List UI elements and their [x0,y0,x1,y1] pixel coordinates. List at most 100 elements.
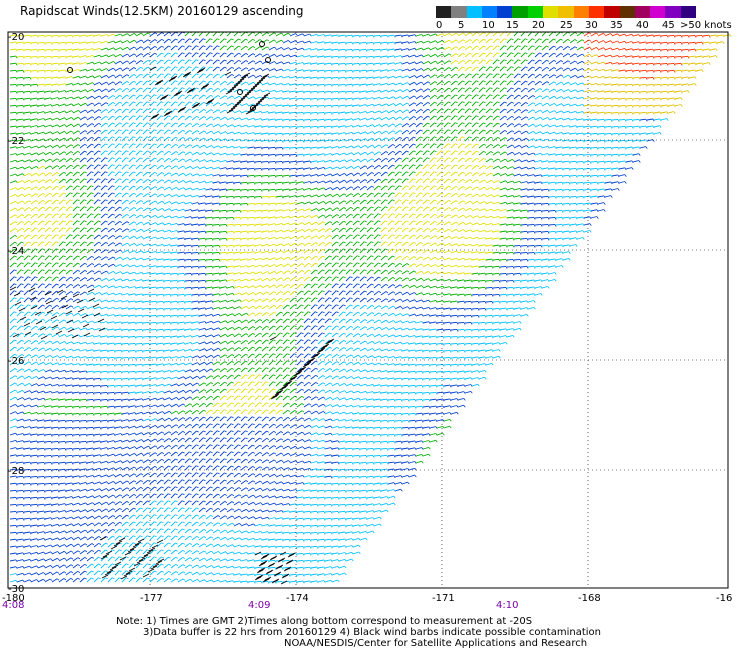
wind-barb-tick [539,59,542,62]
wind-barb [30,90,37,93]
wind-barb [373,117,380,121]
wind-barb [464,186,471,191]
wind-barb [121,40,128,44]
wind-barb-tick [546,74,550,77]
wind-barb [135,122,141,128]
wind-barb [548,174,555,177]
wind-barb [191,38,197,44]
wind-barb [37,193,44,198]
wind-barb [366,97,373,100]
wind-barb [303,55,310,58]
wind-barb-tick [546,81,550,84]
wind-barb-tick [337,56,340,59]
wind-barb-tick [203,109,207,112]
wind-barb [513,109,520,114]
wind-barb [37,55,45,58]
wind-barb-tick [260,89,263,92]
wind-barb-tick [568,74,571,78]
wind-barb [366,48,374,51]
wind-barb [261,202,268,205]
wind-barb-tick [372,124,375,127]
wind-barb-tick [469,101,472,104]
wind-barb [156,45,162,51]
wind-barb-tick [140,214,144,217]
wind-barb [639,55,646,58]
wind-barb [107,74,114,79]
wind-barb-tick [169,194,172,197]
wind-barb-tick [63,165,67,168]
wind-barb-tick [596,168,599,171]
wind-barb-tick [259,53,263,56]
wind-barb-tick [309,215,312,218]
wind-barb [569,167,577,170]
wind-barb-tick [238,38,241,41]
wind-barb-tick [98,95,102,98]
wind-barb [44,104,51,107]
wind-barb [387,41,394,44]
wind-barb [583,202,590,205]
wind-barb [324,55,331,58]
wind-barb [576,153,584,156]
wind-barb [317,76,325,79]
wind-barb-tick [568,182,571,185]
wind-barb-tick [105,185,108,188]
wind-barb [695,48,702,51]
wind-barb-tick [532,38,535,41]
wind-barb-tick [140,66,144,69]
wind-barb [163,52,169,58]
wind-barb [520,102,527,107]
wind-barb [79,137,86,142]
wind-barb-tick [561,110,564,113]
wind-barb [653,118,660,121]
wind-barb [366,90,373,93]
wind-barb-tick [147,94,150,97]
wind-barb [485,122,491,128]
wind-barb-tick [680,83,683,87]
wind-barb-tick [399,137,403,140]
wind-barb [345,48,353,51]
wind-barb-tick [504,59,507,62]
wind-barb [338,41,345,44]
wind-barb [443,136,449,142]
wind-barb-tick [441,115,444,118]
wind-barb [457,178,463,184]
wind-barb [548,81,555,86]
wind-barb-tick [175,151,179,154]
wind-barb [170,38,176,44]
wind-barb-tick [525,59,528,62]
wind-barb [436,192,442,198]
wind-barb-tick [645,125,648,129]
wind-barb-tick [358,70,361,73]
wind-barb [331,62,339,65]
wind-barb-tick [267,147,270,150]
wind-barb [478,208,485,212]
wind-barb-tick [406,164,409,167]
wind-barb [268,146,276,149]
wind-barb [65,123,72,128]
wind-barb-tick [455,46,459,49]
wind-barb-tick [441,164,444,167]
wind-barb-tick [15,98,18,101]
wind-barb [331,166,338,170]
wind-barb-tick [133,80,137,83]
wind-barb [177,45,183,51]
wind-barb [590,125,597,128]
wind-barb-tick [603,174,606,178]
wind-barb [128,178,134,184]
wind-barb [506,123,513,128]
wind-barb [100,136,106,142]
wind-barb [23,214,30,219]
wind-barb [345,111,352,114]
wind-barb [450,60,457,65]
wind-barb-tick [168,38,172,41]
wind-barb [359,179,366,184]
wind-barb [527,152,534,156]
wind-barb [240,153,247,156]
wind-barb-tick [133,192,136,195]
wind-barb-tick [189,101,192,104]
wind-barb-tick [455,164,458,167]
wind-barb [576,68,583,72]
wind-barb [597,83,604,86]
wind-barb [72,75,79,79]
wind-barb [254,96,261,100]
